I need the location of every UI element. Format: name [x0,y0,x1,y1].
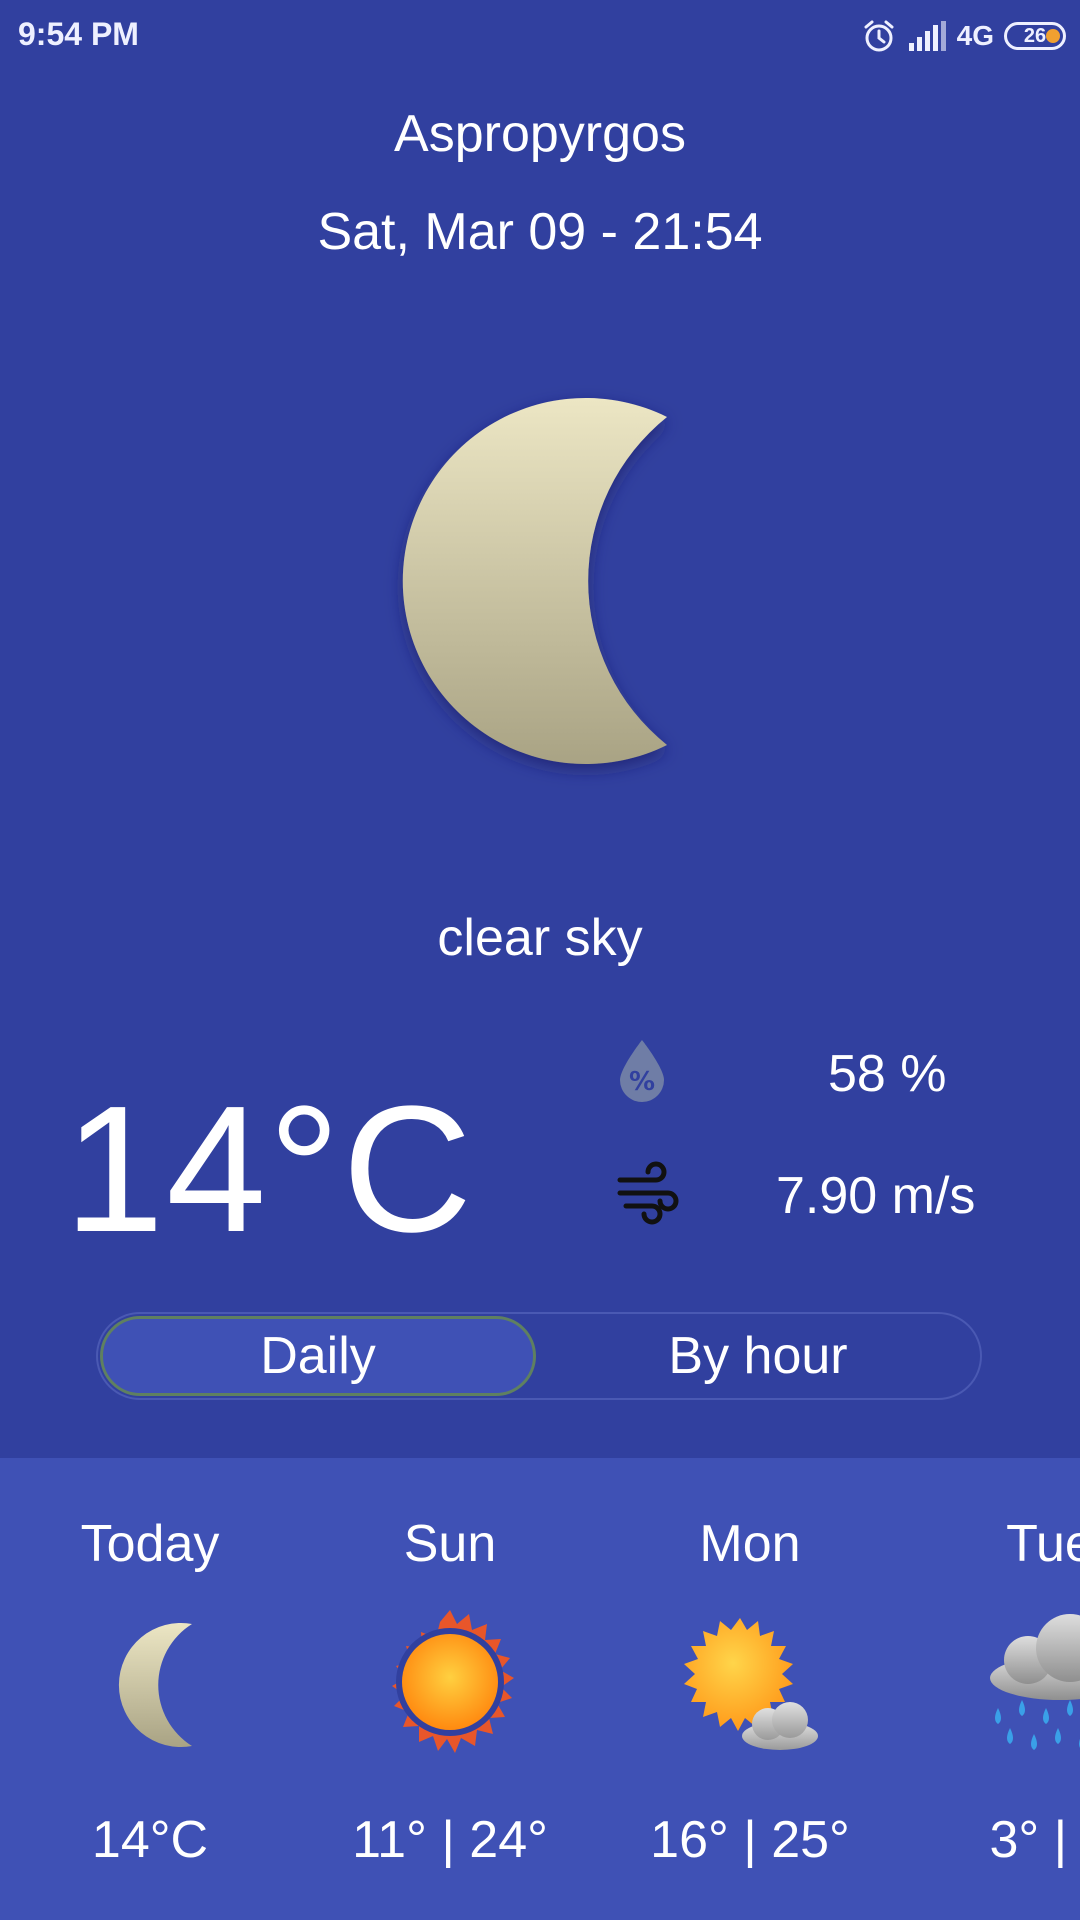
forecast-item[interactable]: Tue 3° | [900,1458,1080,1920]
humidity-icon: % [620,1040,664,1102]
wind-value: 7.90 m/s [776,1167,976,1225]
city-name: Aspropyrgos [394,105,686,163]
status-time: 9:54 PM [18,16,139,52]
forecast-temp: 11° | 24° [352,1811,548,1869]
forecast-day: Mon [699,1515,801,1573]
forecast-temp: 14°C [91,1811,209,1869]
rain-icon [990,1614,1080,1750]
moon-icon [118,1623,192,1747]
forecast-day: Sun [403,1515,497,1573]
signal-icon [908,21,946,51]
charging-dot [1046,29,1060,43]
wind-icon [617,1161,679,1225]
forecast-item[interactable]: Sun 11° | 24° [300,1458,600,1920]
forecast-item[interactable]: Today 14°C [0,1458,300,1920]
status-icons: 4G 26 [861,14,1066,58]
forecast-temp: 3° | 1 [989,1811,1080,1869]
battery-level: 26 [1023,24,1047,47]
alarm-icon [864,20,894,52]
forecast-mode-toggle: Daily By hour [96,1312,982,1400]
battery-icon: 26 [1004,22,1066,50]
forecast-item[interactable]: Mon 16° | 25° [600,1458,900,1920]
daily-tab[interactable]: Daily [100,1316,536,1396]
date-time: Sat, Mar 09 - 21:54 [317,203,763,261]
forecast-panel[interactable]: Today 14°C Sun 11° | 24° Mon 16° | 25° T… [0,1458,1080,1920]
forecast-day: Today [80,1515,220,1573]
by-hour-tab[interactable]: By hour [538,1316,978,1396]
status-bar: 9:54 PM 4G 26 [0,0,1080,70]
weather-condition: clear sky [437,909,643,967]
current-temperature: 14°C [64,1069,475,1270]
forecast-day: Tue [1006,1515,1080,1573]
partly-cloudy-icon [684,1618,818,1750]
moon-icon [402,398,667,764]
network-type: 4G [956,20,994,51]
sun-icon [392,1610,514,1753]
humidity-value: 58 % [828,1045,947,1103]
svg-text:%: % [629,1067,655,1097]
forecast-temp: 16° | 25° [650,1811,850,1869]
